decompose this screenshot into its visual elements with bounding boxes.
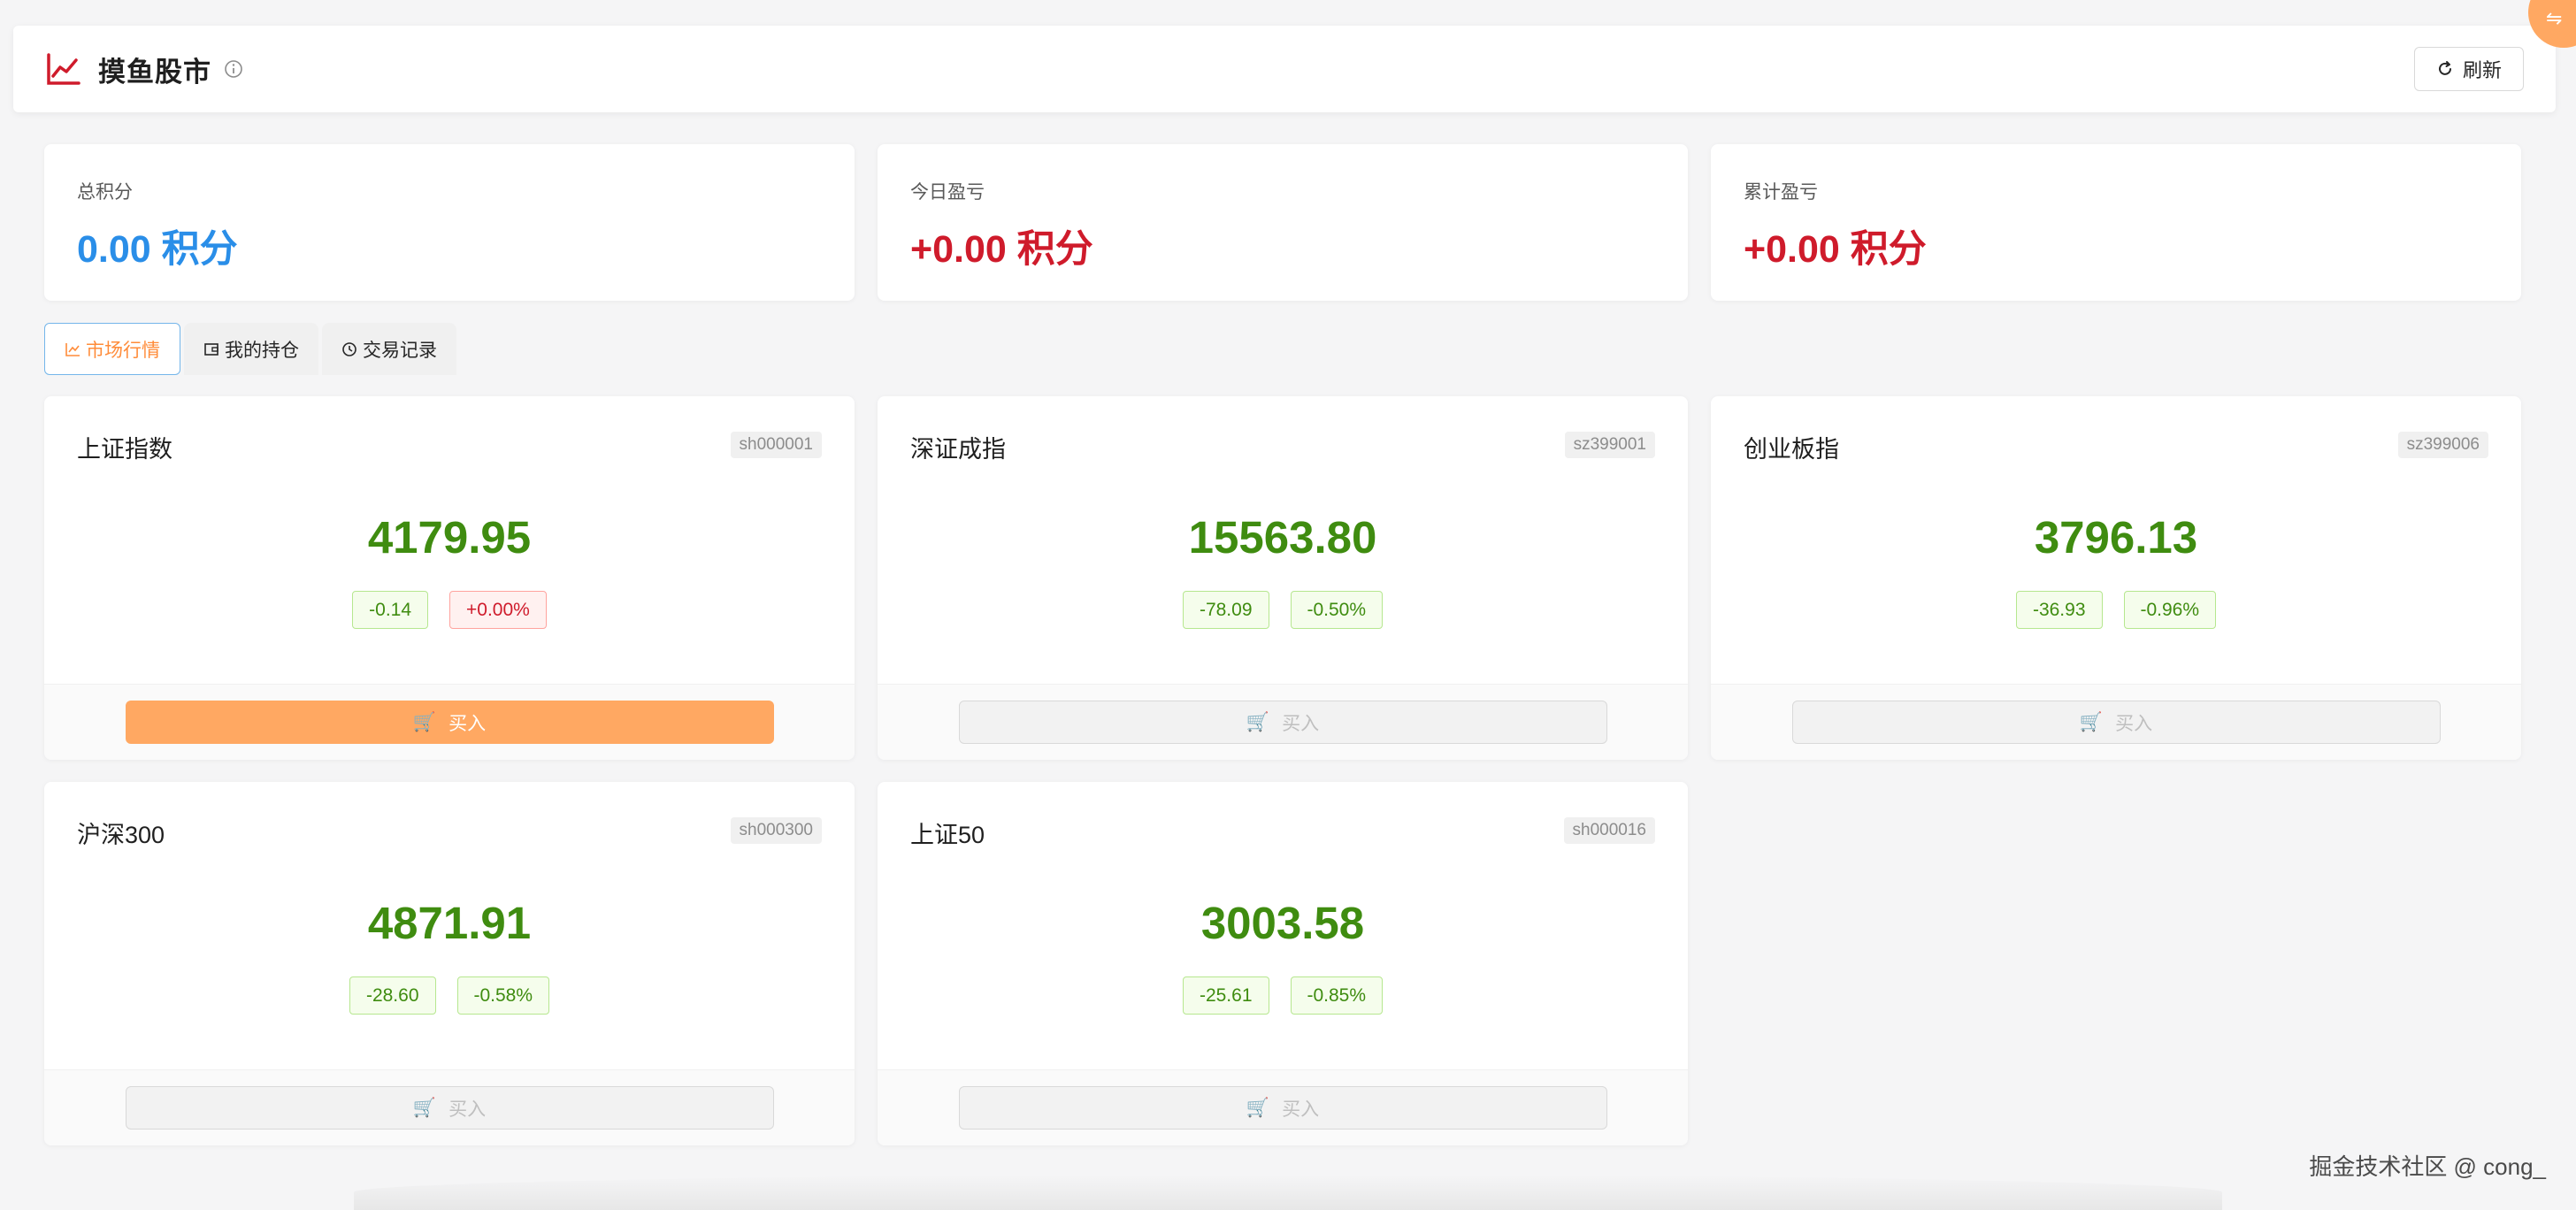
tab-label: 市场行情 <box>86 340 160 361</box>
summary-label: 总积分 <box>77 182 133 203</box>
history-icon <box>342 341 356 356</box>
tab-market[interactable]: 市场行情 <box>44 323 180 375</box>
watermark: 掘金技术社区 @ cong_ <box>2309 1153 2546 1180</box>
change-badge: -25.61 <box>1182 976 1269 1015</box>
info-icon[interactable] <box>224 59 243 79</box>
tab-label: 我的持仓 <box>225 340 299 361</box>
stock-code-badge: sz399006 <box>2397 432 2488 458</box>
buy-label: 买入 <box>448 713 487 734</box>
cart-icon: 🛒 <box>1246 711 1270 732</box>
swap-icon: ⇋ <box>2546 7 2563 29</box>
app-page: 摸鱼股市 刷新 ⇋ 总积分 0.00 积分 今日盈亏 +0.00 积分 累计盈亏… <box>0 0 2576 1210</box>
cart-icon: 🛒 <box>412 711 437 732</box>
summary-value: 0.00 积分 <box>77 228 238 271</box>
refresh-label: 刷新 <box>2462 59 2502 81</box>
stock-card: 上证指数 sh000001 4179.95 -0.14 +0.00% 🛒 买入 <box>44 396 855 760</box>
summary-card-today: 今日盈亏 +0.00 积分 <box>878 144 1688 301</box>
summary-label: 今日盈亏 <box>910 182 985 203</box>
cart-icon: 🛒 <box>1246 1097 1270 1118</box>
buy-label: 买入 <box>1282 713 1320 734</box>
bottom-shadow <box>354 1175 2222 1210</box>
buy-button[interactable]: 🛒 买入 <box>125 1086 774 1130</box>
buy-button[interactable]: 🛒 买入 <box>958 701 1607 744</box>
cart-icon: 🛒 <box>2079 711 2104 732</box>
buy-label: 买入 <box>2115 713 2153 734</box>
stock-name: 沪深300 <box>77 822 165 848</box>
buy-label: 买入 <box>448 1099 487 1120</box>
stock-code-badge: sh000300 <box>730 817 822 844</box>
buy-label: 买入 <box>1282 1099 1320 1120</box>
stock-code-badge: sh000001 <box>730 432 822 458</box>
tab-label: 交易记录 <box>363 340 437 361</box>
app-header: 摸鱼股市 刷新 <box>13 26 2556 112</box>
summary-card-cumulative: 累计盈亏 +0.00 积分 <box>1711 144 2521 301</box>
change-pct-badge: -0.96% <box>2123 591 2217 629</box>
refresh-icon <box>2439 61 2451 75</box>
buy-button[interactable]: 🛒 买入 <box>1791 701 2441 744</box>
summary-value: +0.00 积分 <box>1744 228 1927 271</box>
stock-chart-icon <box>47 53 80 85</box>
change-badge: -0.14 <box>352 591 429 629</box>
chart-line-icon <box>65 342 80 356</box>
buy-button[interactable]: 🛒 买入 <box>958 1086 1607 1130</box>
change-badge: -78.09 <box>1182 591 1269 629</box>
stock-card: 创业板指 sz399006 3796.13 -36.93 -0.96% 🛒 买入 <box>1711 396 2521 760</box>
tab-bar: 市场行情 我的持仓 交易记录 <box>44 323 456 375</box>
change-badge: -28.60 <box>349 976 436 1015</box>
change-badge: -36.93 <box>2015 591 2103 629</box>
tab-holdings[interactable]: 我的持仓 <box>184 323 318 375</box>
stock-name: 创业板指 <box>1744 436 1839 463</box>
buy-button[interactable]: 🛒 买入 <box>125 701 774 744</box>
stock-price: 3796.13 <box>2034 512 2198 563</box>
stock-code-badge: sz399001 <box>1564 432 1655 458</box>
summary-label: 累计盈亏 <box>1744 182 1818 203</box>
stock-price: 3003.58 <box>1200 898 1365 948</box>
change-pct-badge: -0.50% <box>1290 591 1384 629</box>
stock-price: 4871.91 <box>367 898 532 948</box>
app-title: 摸鱼股市 <box>98 56 211 88</box>
wallet-icon <box>204 342 218 356</box>
stock-card: 沪深300 sh000300 4871.91 -28.60 -0.58% 🛒 买… <box>44 782 855 1145</box>
summary-value: +0.00 积分 <box>910 228 1093 271</box>
stock-price: 4179.95 <box>367 512 532 563</box>
summary-card-total: 总积分 0.00 积分 <box>44 144 855 301</box>
cart-icon: 🛒 <box>412 1097 437 1118</box>
change-pct-badge: -0.85% <box>1290 976 1384 1015</box>
stock-card: 深证成指 sz399001 15563.80 -78.09 -0.50% 🛒 买… <box>878 396 1688 760</box>
stock-code-badge: sh000016 <box>1563 817 1655 844</box>
change-pct-badge: -0.58% <box>456 976 550 1015</box>
refresh-button[interactable]: 刷新 <box>2413 47 2524 91</box>
stock-card: 上证50 sh000016 3003.58 -25.61 -0.85% 🛒 买入 <box>878 782 1688 1145</box>
stock-price: 15563.80 <box>1188 512 1377 563</box>
stock-name: 上证50 <box>910 822 985 848</box>
stock-name: 深证成指 <box>910 436 1006 463</box>
stock-name: 上证指数 <box>77 436 172 463</box>
change-pct-badge: +0.00% <box>449 591 547 629</box>
tab-history[interactable]: 交易记录 <box>322 323 456 375</box>
